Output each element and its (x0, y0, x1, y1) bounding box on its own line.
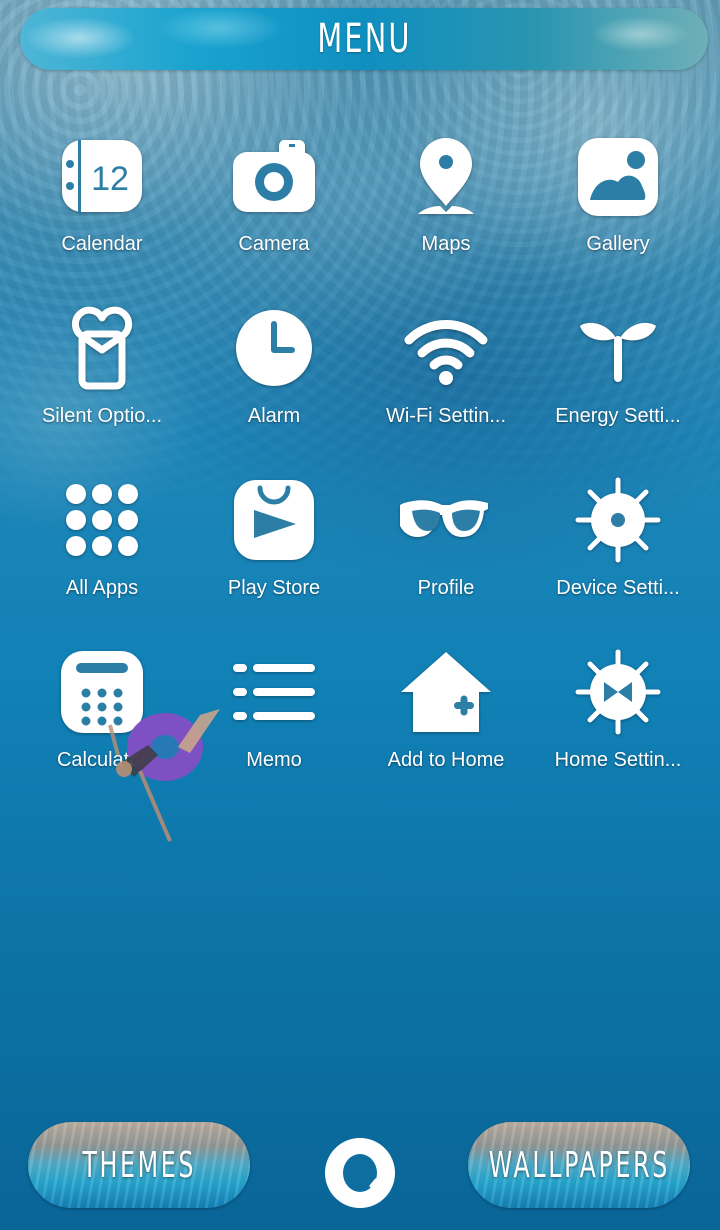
themes-button-label: THEMES (82, 1144, 196, 1186)
app-label: Add to Home (387, 749, 505, 771)
wallpapers-button-label: WALLPAPERS (488, 1144, 670, 1186)
wifi-icon (398, 300, 494, 396)
app-label: Maps (421, 233, 471, 255)
app-label: Home Settin... (554, 749, 682, 771)
menu-header-banner: MENU (20, 8, 708, 70)
app-profile[interactable]: Profile (360, 472, 532, 632)
gear-icon (570, 472, 666, 568)
app-label: Alarm (247, 405, 301, 427)
menu-title: MENU (316, 16, 412, 62)
app-gallery[interactable]: Gallery (532, 128, 704, 288)
app-label: Memo (246, 749, 302, 771)
app-maps[interactable]: Maps (360, 128, 532, 288)
app-label: Camera (238, 233, 310, 255)
app-label: Calculator (56, 749, 148, 771)
calendar-icon: 12 (54, 128, 150, 224)
swim-ring-icon[interactable] (323, 1136, 397, 1210)
list-icon (226, 644, 322, 740)
app-label: Profile (417, 577, 475, 599)
app-label: Wi-Fi Settin... (385, 405, 506, 427)
app-play-store[interactable]: Play Store (188, 472, 360, 632)
clock-icon (226, 300, 322, 396)
app-device-settings[interactable]: Device Setti... (532, 472, 704, 632)
app-home-settings[interactable]: Home Settin... (532, 644, 704, 804)
app-grid-icon (54, 472, 150, 568)
app-label: Gallery (586, 233, 650, 255)
glasses-icon (398, 472, 494, 568)
app-label: Device Setti... (556, 577, 680, 599)
calculator-icon (54, 644, 150, 740)
app-alarm[interactable]: Alarm (188, 300, 360, 460)
app-label: Calendar (61, 233, 143, 255)
app-wifi-settings[interactable]: Wi-Fi Settin... (360, 300, 532, 460)
calendar-day: 12 (91, 160, 129, 198)
app-energy-settings[interactable]: Energy Setti... (532, 300, 704, 460)
app-label: All Apps (65, 577, 139, 599)
wallpapers-button[interactable]: WALLPAPERS (468, 1122, 690, 1208)
map-pin-icon (398, 128, 494, 224)
app-calendar[interactable]: 12 Calendar (16, 128, 188, 288)
app-label: Energy Setti... (555, 405, 681, 427)
app-camera[interactable]: Camera (188, 128, 360, 288)
app-calculator[interactable]: Calculator (16, 644, 188, 804)
app-memo[interactable]: Memo (188, 644, 360, 804)
app-label: Silent Optio... (41, 405, 163, 427)
app-label: Play Store (227, 577, 321, 599)
play-store-icon (226, 472, 322, 568)
app-add-to-home[interactable]: Add to Home (360, 644, 532, 804)
home-settings-icon (570, 644, 666, 740)
add-home-icon (398, 644, 494, 740)
gallery-icon (570, 128, 666, 224)
silent-mode-icon (54, 300, 150, 396)
themes-button[interactable]: THEMES (28, 1122, 250, 1208)
app-silent-options[interactable]: Silent Optio... (16, 300, 188, 460)
camera-icon (226, 128, 322, 224)
app-all-apps[interactable]: All Apps (16, 472, 188, 632)
sprout-icon (570, 300, 666, 396)
